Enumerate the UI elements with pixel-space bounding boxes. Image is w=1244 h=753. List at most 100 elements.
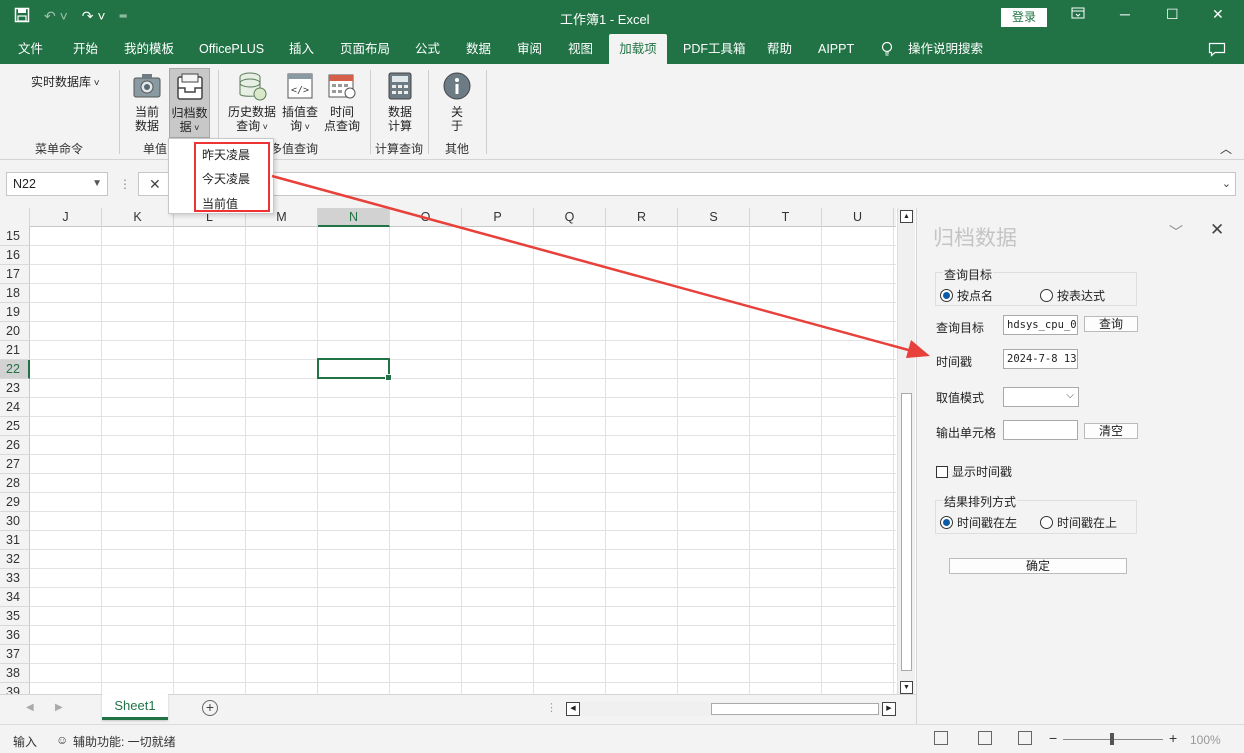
formula-input[interactable]: ✕ ⌄ xyxy=(138,172,1236,196)
vertical-scroll-thumb[interactable] xyxy=(901,393,912,671)
row-header[interactable]: 19 xyxy=(0,303,30,322)
tab-data[interactable]: 数据 xyxy=(458,34,499,64)
scroll-left-icon[interactable]: ◀ xyxy=(566,702,580,716)
zoom-out-icon[interactable]: − xyxy=(1049,730,1057,746)
row-header[interactable]: 32 xyxy=(0,550,30,569)
column-header[interactable]: J xyxy=(30,208,102,227)
radio-by-point[interactable]: 按点名 xyxy=(940,287,993,304)
tab-insert[interactable]: 插入 xyxy=(281,34,322,64)
row-header[interactable]: 30 xyxy=(0,512,30,531)
worksheet-grid[interactable]: J K L M N O P Q R S T U 15 16 17 18 19 20 21 22… xyxy=(0,208,896,694)
next-sheet-icon[interactable]: ▶ xyxy=(55,702,63,713)
clear-button[interactable]: 清空 xyxy=(1084,423,1138,439)
close-window-icon[interactable]: ✕ xyxy=(1212,6,1224,23)
value-mode-select[interactable]: ⌵ xyxy=(1003,387,1079,407)
row-header-selected[interactable]: 22 xyxy=(0,360,30,379)
minimize-icon[interactable]: ─ xyxy=(1120,6,1130,22)
history-query-button[interactable]: 历史数据 查询 ˅ xyxy=(226,68,278,134)
name-box[interactable]: N22 ▼ xyxy=(6,172,108,196)
menu-item-today-dawn[interactable]: 今天凌晨 xyxy=(202,170,250,187)
tab-review[interactable]: 审阅 xyxy=(509,34,550,64)
tab-my-templates[interactable]: 我的模板 xyxy=(116,34,182,64)
interpolation-query-button[interactable]: </> 插值查询 ˅ xyxy=(280,68,320,134)
radio-timestamp-left[interactable]: 时间戳在左 xyxy=(940,514,1017,531)
save-icon[interactable] xyxy=(14,7,30,26)
undo-icon[interactable]: ↶ ˅ xyxy=(44,8,68,25)
row-header[interactable]: 27 xyxy=(0,455,30,474)
add-sheet-icon[interactable]: + xyxy=(202,700,218,716)
row-header[interactable]: 25 xyxy=(0,417,30,436)
page-layout-view-icon[interactable] xyxy=(978,731,992,745)
timestamp-input[interactable]: 2024-7-8 13: xyxy=(1003,349,1078,369)
scroll-up-icon[interactable]: ▲ xyxy=(900,210,913,223)
about-button[interactable]: 关于 xyxy=(438,68,476,133)
row-header[interactable]: 28 xyxy=(0,474,30,493)
customize-qat-icon[interactable]: ═ xyxy=(120,11,127,22)
normal-view-icon[interactable] xyxy=(934,731,948,745)
row-header[interactable]: 21 xyxy=(0,341,30,360)
zoom-level[interactable]: 100% xyxy=(1190,733,1221,747)
tab-addins[interactable]: 加载项 xyxy=(609,34,667,64)
collapse-ribbon-icon[interactable]: ︿ xyxy=(1220,140,1232,157)
horizontal-scrollbar[interactable]: ◀ ▶ xyxy=(566,702,896,716)
tab-formulas[interactable]: 公式 xyxy=(407,34,448,64)
login-button[interactable]: 登录 xyxy=(1001,8,1047,27)
prev-sheet-icon[interactable]: ◀ xyxy=(26,702,34,713)
active-cell[interactable] xyxy=(317,358,392,381)
data-calc-button[interactable]: 数据 计算 xyxy=(380,68,420,133)
current-data-button[interactable]: 当前 数据 xyxy=(128,68,166,133)
comments-icon[interactable] xyxy=(1208,42,1226,60)
zoom-in-icon[interactable]: + xyxy=(1169,730,1177,746)
select-all-corner[interactable] xyxy=(0,208,30,227)
scroll-down-icon[interactable]: ▼ xyxy=(900,681,913,694)
row-header[interactable]: 15 xyxy=(0,227,30,246)
query-target-input[interactable]: hdsys_cpu_0 xyxy=(1003,315,1078,335)
archive-data-button[interactable]: 归档数据 ˅ xyxy=(169,68,210,138)
column-header[interactable]: K xyxy=(102,208,174,227)
page-break-view-icon[interactable] xyxy=(1018,731,1032,745)
split-grip-icon[interactable]: ⋮ xyxy=(546,701,557,714)
tab-view[interactable]: 视图 xyxy=(560,34,601,64)
column-header-selected[interactable]: N xyxy=(318,208,390,227)
menu-item-current-value[interactable]: 当前值 xyxy=(202,195,238,212)
redo-icon[interactable]: ↷ ˅ xyxy=(82,8,106,25)
pane-options-icon[interactable]: ﹀ xyxy=(1169,222,1183,242)
sheet-tab-active[interactable]: Sheet1 xyxy=(102,694,168,720)
column-header[interactable]: R xyxy=(606,208,678,227)
menu-item-yesterday-dawn[interactable]: 昨天凌晨 xyxy=(202,146,250,163)
query-button[interactable]: 查询 xyxy=(1084,316,1138,332)
accessibility-icon[interactable]: ☺ xyxy=(56,733,68,747)
tell-me-search[interactable]: 操作说明搜索 xyxy=(900,34,991,64)
row-header[interactable]: 35 xyxy=(0,607,30,626)
tab-home[interactable]: 开始 xyxy=(65,34,106,64)
tab-page-layout[interactable]: 页面布局 xyxy=(332,34,398,64)
accessibility-status[interactable]: 辅助功能: 一切就绪 xyxy=(73,733,176,750)
cancel-icon[interactable]: ✕ xyxy=(149,176,161,193)
tab-officeplus[interactable]: OfficePLUS xyxy=(191,34,272,64)
column-header[interactable]: Q xyxy=(534,208,606,227)
zoom-slider-thumb[interactable] xyxy=(1110,733,1114,745)
horizontal-scroll-thumb[interactable] xyxy=(711,703,879,715)
row-header[interactable]: 37 xyxy=(0,645,30,664)
column-header[interactable]: T xyxy=(750,208,822,227)
ribbon-display-icon[interactable] xyxy=(1071,6,1085,23)
row-header[interactable]: 31 xyxy=(0,531,30,550)
column-header[interactable]: O xyxy=(390,208,462,227)
row-header[interactable]: 18 xyxy=(0,284,30,303)
row-header[interactable]: 17 xyxy=(0,265,30,284)
vertical-scrollbar[interactable]: ▲ ▼ xyxy=(897,208,915,695)
row-header[interactable]: 24 xyxy=(0,398,30,417)
realtime-db-menu[interactable]: 实时数据库 ˅ xyxy=(31,73,100,90)
row-header[interactable]: 16 xyxy=(0,246,30,265)
row-header[interactable]: 39 xyxy=(0,683,30,694)
timepoint-query-button[interactable]: 时间 点查询 xyxy=(322,68,362,133)
expand-formula-icon[interactable]: ⌄ xyxy=(1222,177,1231,190)
row-header[interactable]: 33 xyxy=(0,569,30,588)
column-header[interactable]: P xyxy=(462,208,534,227)
maximize-icon[interactable]: ☐ xyxy=(1166,6,1179,23)
row-header[interactable]: 34 xyxy=(0,588,30,607)
row-header[interactable]: 38 xyxy=(0,664,30,683)
row-header[interactable]: 26 xyxy=(0,436,30,455)
tab-file[interactable]: 文件 xyxy=(10,34,51,64)
tab-help[interactable]: 帮助 xyxy=(759,34,800,64)
